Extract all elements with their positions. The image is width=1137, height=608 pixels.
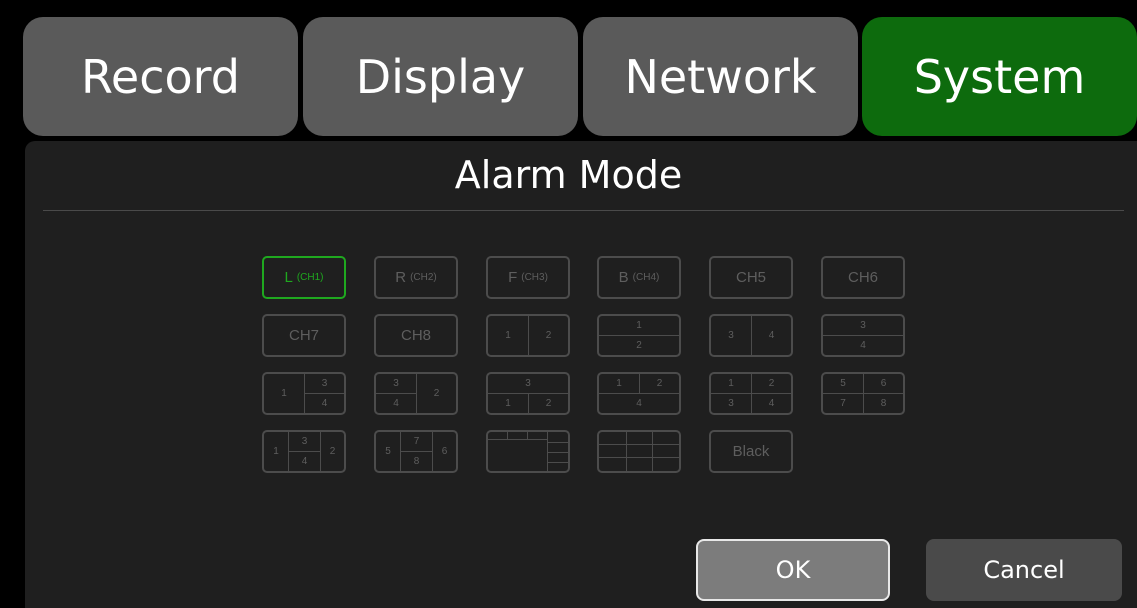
pane: 2 [528, 316, 568, 355]
layout-1-34-2[interactable]: 1 3 4 2 [262, 430, 346, 473]
layout-multi-split-1[interactable] [486, 430, 570, 473]
page-title: Alarm Mode [454, 153, 683, 197]
layout-grid-3x3[interactable] [597, 430, 681, 473]
pane: 2 [320, 432, 344, 471]
tab-display[interactable]: Display [303, 17, 578, 136]
pane: 7 [823, 393, 863, 413]
pane: 1 [488, 393, 528, 413]
pane: 8 [863, 393, 903, 413]
layout-3-4-left-2-right[interactable]: 3 4 2 [374, 372, 458, 415]
layout-split-3-4-horizontal[interactable]: 3 4 [821, 314, 905, 357]
layout-quad-5-8[interactable]: 5 6 7 8 [821, 372, 905, 415]
pane: 3 [393, 378, 399, 389]
pane: 3 [860, 320, 866, 331]
option-sublabel: (CH1) [296, 272, 324, 283]
pane: 3 [304, 374, 344, 393]
pane: 1 [505, 330, 511, 341]
option-ch7[interactable]: CH7 [262, 314, 346, 357]
pane: 4 [599, 393, 679, 413]
option-ch8[interactable]: CH8 [374, 314, 458, 357]
option-ch6[interactable]: CH6 [821, 256, 905, 299]
pane: 2 [751, 374, 791, 393]
pane [488, 432, 507, 440]
option-black[interactable]: Black [709, 430, 793, 473]
pane: 5 [385, 446, 391, 457]
pane: 5 [840, 378, 846, 389]
pane: 6 [863, 374, 903, 393]
grid-line [626, 432, 627, 471]
pane [548, 462, 568, 471]
tab-system[interactable]: System [862, 17, 1137, 136]
pane: 4 [288, 451, 320, 471]
grid-line [599, 457, 679, 458]
pane: 6 [432, 432, 456, 471]
pane: 4 [376, 393, 416, 413]
pane [548, 452, 568, 462]
option-ch1-left[interactable]: L (CH1) [262, 256, 346, 299]
pane: 8 [400, 451, 432, 471]
pane: 4 [751, 316, 791, 355]
option-label: L [284, 269, 293, 286]
layout-split-1-2-vertical[interactable]: 1 2 [486, 314, 570, 357]
pane: 2 [639, 374, 679, 393]
tab-record[interactable]: Record [23, 17, 298, 136]
option-ch4-back[interactable]: B (CH4) [597, 256, 681, 299]
layout-3-top-1-2-bottom[interactable]: 3 1 2 [486, 372, 570, 415]
pane: 1 [281, 388, 287, 399]
option-ch2-right[interactable]: R (CH2) [374, 256, 458, 299]
pane: 7 [400, 432, 432, 451]
pane [548, 442, 568, 452]
option-sublabel: (CH4) [632, 272, 660, 283]
pane [527, 432, 547, 440]
cancel-button[interactable]: Cancel [926, 539, 1122, 601]
layout-1-2-top-4-bottom[interactable]: 1 2 4 [597, 372, 681, 415]
pane: 3 [711, 393, 751, 413]
pane: 4 [823, 335, 903, 355]
option-label: B [618, 269, 629, 286]
layout-1-left-3-4-right[interactable]: 1 3 4 [262, 372, 346, 415]
pane: 3 [288, 432, 320, 451]
option-label: R [395, 269, 407, 286]
pane: 2 [416, 374, 456, 413]
pane: 3 [728, 330, 734, 341]
alarm-mode-panel [25, 141, 1137, 608]
option-ch3-front[interactable]: F (CH3) [486, 256, 570, 299]
layout-quad-1-4[interactable]: 1 2 3 4 [709, 372, 793, 415]
option-sublabel: (CH2) [410, 272, 437, 283]
pane: 1 [616, 378, 622, 389]
pane: 1 [636, 320, 642, 331]
pane: 1 [728, 378, 734, 389]
pane: 4 [751, 393, 791, 413]
pane: 3 [525, 378, 531, 389]
pane: 1 [273, 446, 279, 457]
option-ch5[interactable]: CH5 [709, 256, 793, 299]
grid-line [599, 444, 679, 445]
option-sublabel: (CH3) [521, 272, 548, 283]
pane [507, 432, 527, 440]
layout-split-1-2-horizontal[interactable]: 1 2 [597, 314, 681, 357]
layout-5-78-6[interactable]: 5 7 8 6 [374, 430, 458, 473]
pane: 2 [528, 393, 568, 413]
layout-split-3-4-vertical[interactable]: 3 4 [709, 314, 793, 357]
grid-line [652, 432, 653, 471]
ok-button[interactable]: OK [696, 539, 890, 601]
option-label: F [508, 269, 518, 286]
pane: 2 [599, 335, 679, 355]
tab-network[interactable]: Network [583, 17, 858, 136]
pane: 4 [304, 393, 344, 413]
title-divider [43, 210, 1124, 211]
